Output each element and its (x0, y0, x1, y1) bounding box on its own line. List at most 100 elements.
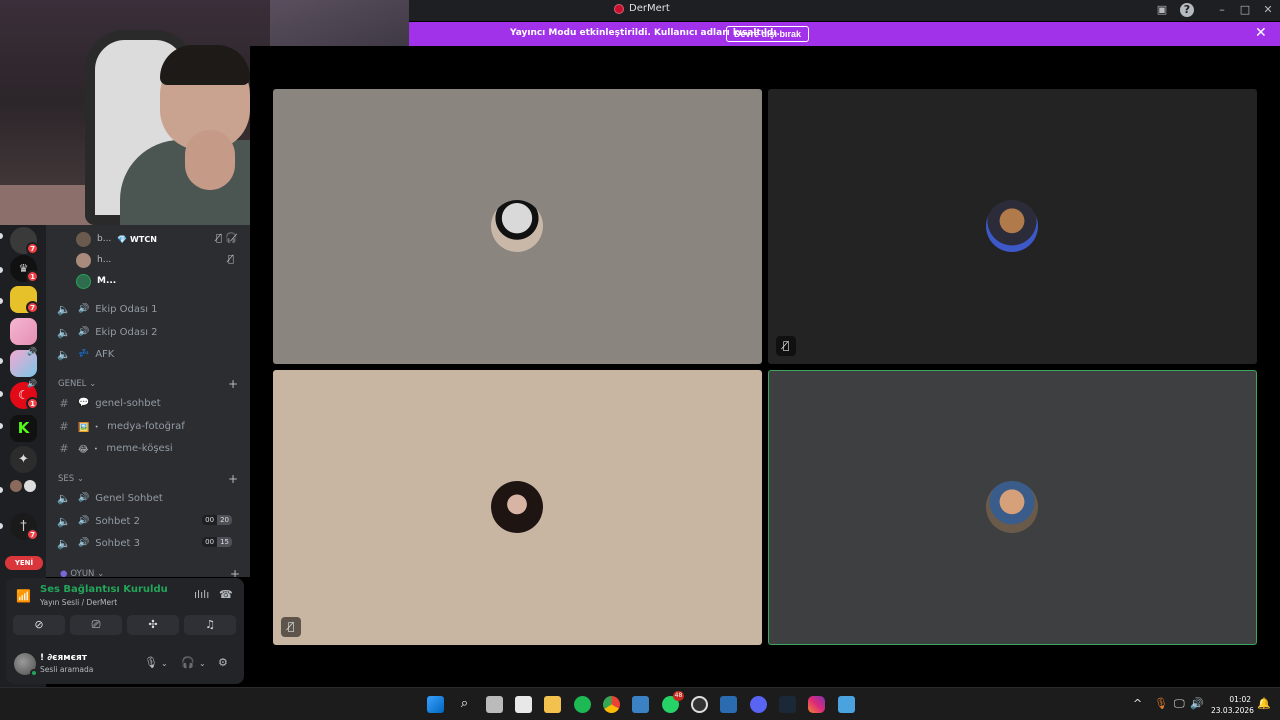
category-oyun[interactable]: ● OYUN ⌄ + (60, 567, 240, 577)
search-icon[interactable]: ⌕ (456, 696, 473, 713)
channel-emoji-icon: 🔊 (78, 493, 90, 503)
voice-user[interactable]: b... 💎 WTCN (76, 230, 157, 248)
microphone-in-use-icon[interactable]: 🎙 (1154, 697, 1168, 710)
user-panel: ! ∂єямєят Sesli aramada 🎙 ⌄ 🎧 ⌄ ⚙ (6, 647, 244, 683)
muted-icon: 🎙̸ (281, 617, 301, 637)
whatsapp-icon[interactable]: 48 (662, 691, 684, 713)
notifications-icon[interactable]: 🔔 (1257, 697, 1271, 710)
discord-icon[interactable] (750, 696, 767, 713)
store-icon[interactable] (515, 696, 532, 713)
category-ses[interactable]: SES ⌄ + (58, 472, 238, 486)
mention-badge: 7 (26, 301, 39, 314)
webcam-person-hand (185, 130, 235, 190)
network-app-icon[interactable] (720, 696, 737, 713)
channel-name: genel-sohbet (95, 397, 161, 409)
microphone-icon[interactable]: 🎙 (144, 656, 158, 669)
voice-user[interactable]: M... (76, 272, 116, 290)
spotify-icon[interactable] (574, 696, 591, 713)
server-logo-icon (614, 3, 624, 14)
channel-name: AFK (95, 348, 115, 360)
voice-channel[interactable]: 🔈 🔊 Sohbet 3 00 15 (56, 533, 242, 553)
participant-tile[interactable] (273, 89, 762, 364)
system-clock[interactable]: 01:02 23.03.2026 (1211, 694, 1254, 716)
voice-user[interactable]: h... (76, 251, 111, 269)
server-icon-5[interactable]: 🔊 (10, 347, 40, 380)
username[interactable]: ! ∂єямєят (40, 653, 87, 663)
close-banner-icon[interactable]: ✕ (1255, 26, 1267, 40)
chevron-down-icon[interactable]: ⌄ (199, 659, 206, 668)
user-limit: 20 (217, 515, 232, 525)
unread-indicator (0, 233, 3, 239)
add-channel-icon[interactable]: + (228, 472, 238, 486)
task-view-icon[interactable] (486, 696, 503, 713)
participant-tile-speaking[interactable] (768, 370, 1257, 645)
unread-indicator (0, 423, 3, 429)
voice-channel[interactable]: 🔈 🔊 Genel Sohbet (56, 488, 242, 508)
participant-tile[interactable]: 🎙̸ (768, 89, 1257, 364)
speaker-icon: 🔈 (57, 347, 71, 361)
server-icon-2[interactable]: ♛ 1 (10, 255, 40, 285)
photos-icon[interactable] (838, 696, 855, 713)
clock-date: 23.03.2026 (1211, 706, 1254, 715)
category-genel[interactable]: GENEL ⌄ + (58, 377, 238, 391)
voice-channel[interactable]: 🔈 🔊 Ekip Odası 2 (56, 322, 242, 342)
voice-channel[interactable]: 🔈 💤 AFK (56, 344, 242, 364)
noise-suppression-icon[interactable]: ılılı (194, 588, 209, 601)
voice-channel-path[interactable]: Yayın Sesli / DerMert (40, 598, 117, 607)
channel-list: b... 💎 WTCN 🎙̸ 🎧̸ h... 🎙̸ M... 🔈 🔊 Ekip … (46, 225, 250, 577)
file-explorer-icon[interactable] (544, 696, 561, 713)
text-channel[interactable]: # 💬 genel-sohbet (56, 393, 242, 413)
user-limit-counter: 00 20 (202, 515, 232, 525)
inbox-icon[interactable]: ▣ (1155, 3, 1169, 17)
app-window-icon[interactable] (632, 696, 649, 713)
voice-status[interactable]: Ses Bağlantısı Kuruldu (40, 584, 168, 595)
steam-icon[interactable] (779, 696, 796, 713)
channel-name: Sohbet 2 (95, 515, 140, 527)
server-icon-7[interactable]: K (10, 415, 40, 445)
voice-channel[interactable]: 🔈 🔊 Sohbet 2 00 20 (56, 511, 242, 531)
network-icon[interactable]: 🖵 (1174, 697, 1185, 711)
unread-indicator (0, 523, 3, 529)
text-channel[interactable]: # 😂 ・ meme-köşesi (56, 438, 242, 458)
server-folder[interactable] (10, 478, 40, 508)
minimize-button[interactable]: – (1215, 3, 1229, 17)
speaker-icon: 🔊 (27, 379, 37, 388)
activities-button[interactable]: ✣ (127, 615, 179, 635)
windows-start-icon[interactable] (427, 696, 444, 713)
server-icon-3[interactable]: 7 (10, 286, 40, 316)
chevron-down-icon[interactable]: ⌄ (161, 659, 168, 668)
new-servers-pill[interactable]: YENİ (5, 556, 43, 570)
participant-tile[interactable]: 🎙̸ (273, 370, 762, 645)
participant-avatar (986, 481, 1038, 533)
server-icon-6[interactable]: ☾ 🔊 1 (10, 379, 40, 412)
server-icon-9[interactable]: † 7 (10, 513, 40, 543)
volume-icon[interactable]: 🔊 (1190, 697, 1204, 710)
tray-chevron-up-icon[interactable]: ^ (1133, 697, 1142, 710)
camera-off-button[interactable]: ⊘ (13, 615, 65, 635)
gear-icon[interactable]: ⚙ (218, 656, 228, 669)
chrome-icon[interactable] (603, 696, 620, 713)
close-window-button[interactable]: ✕ (1261, 3, 1275, 17)
disconnect-icon[interactable]: ☎ (219, 588, 233, 601)
obs-icon[interactable] (691, 696, 708, 713)
user-limit-counter: 00 15 (202, 537, 232, 547)
muted-icon: 🎙̸ (228, 254, 235, 265)
chevron-down-icon: ⌄ (74, 474, 84, 484)
voice-channel[interactable]: 🔈 🔊 Ekip Odası 1 (56, 299, 242, 319)
add-channel-icon[interactable]: + (228, 377, 238, 391)
instagram-icon[interactable] (808, 696, 825, 713)
server-icon-8[interactable]: ✦ (10, 446, 40, 476)
signal-icon[interactable]: 📶 (16, 589, 31, 603)
add-channel-icon[interactable]: + (230, 567, 240, 577)
mention-badge: 1 (26, 397, 39, 410)
screen-share-button[interactable]: ⎚ (70, 615, 122, 635)
maximize-button[interactable]: □ (1238, 3, 1252, 17)
text-channel[interactable]: # 🖼️ ・ medya-fotoğraf (56, 416, 242, 436)
server-icon-4[interactable] (10, 318, 40, 348)
server-icon-1[interactable]: 7 (10, 227, 40, 257)
disable-streamer-mode-button[interactable]: Devre dışı bırak (726, 26, 810, 42)
help-icon[interactable]: ? (1180, 3, 1194, 17)
soundboard-button[interactable]: ♫ (184, 615, 236, 635)
headphones-icon[interactable]: 🎧 (181, 656, 195, 669)
mention-badge: 7 (26, 242, 39, 255)
